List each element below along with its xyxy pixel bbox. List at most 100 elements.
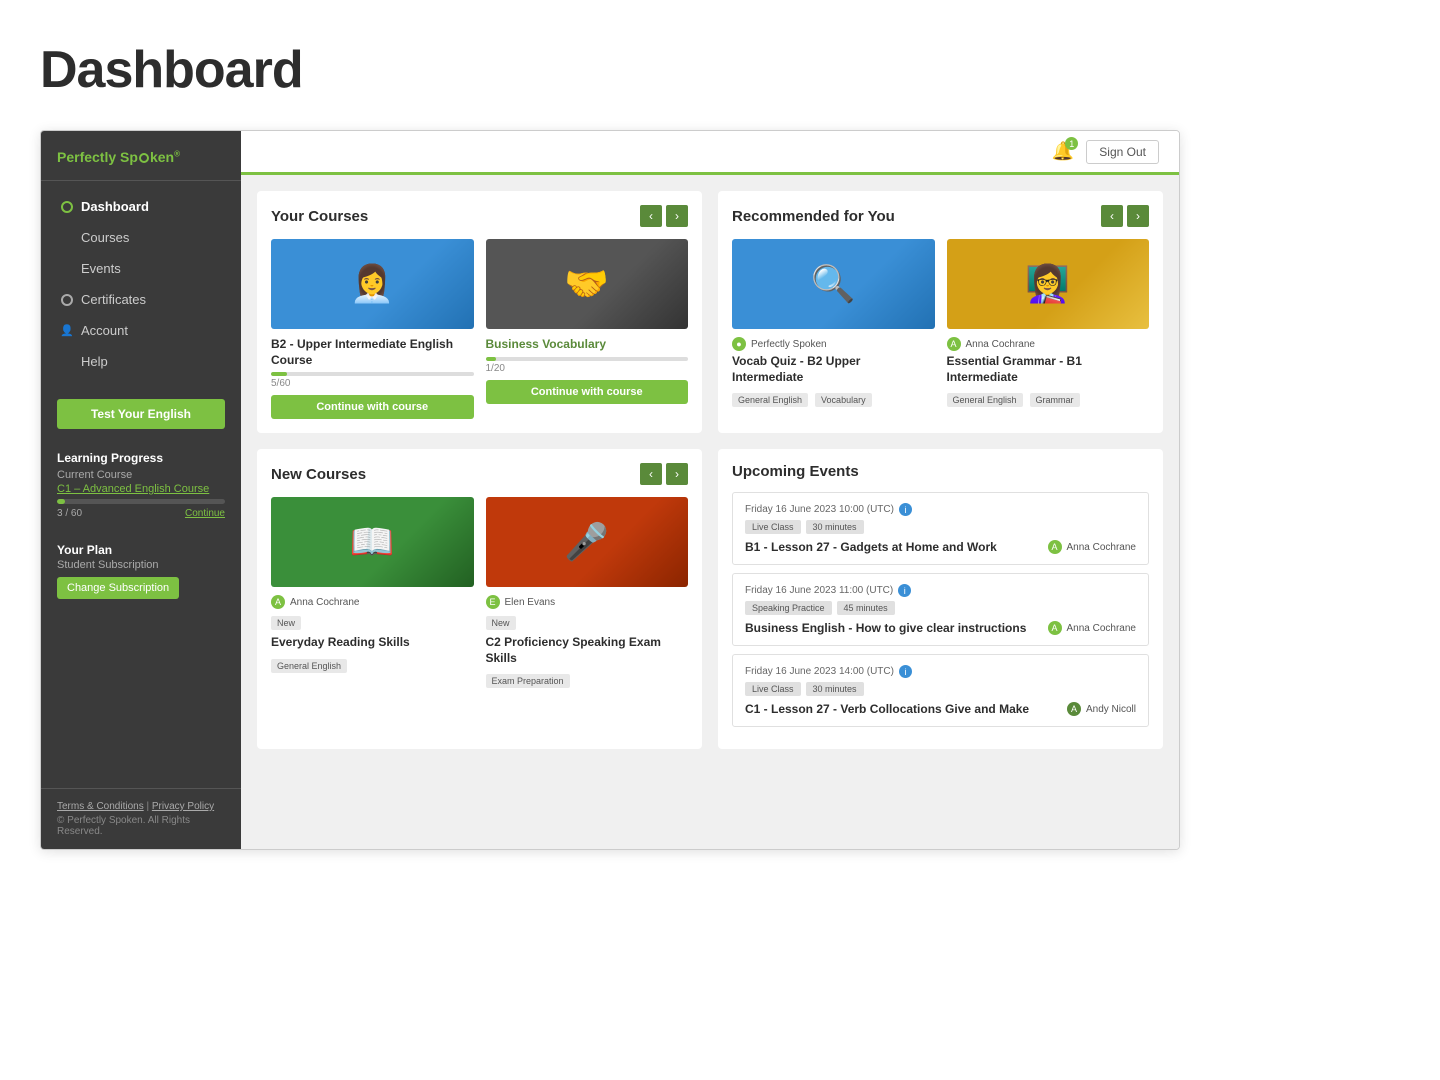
new-thumb-speaking	[486, 497, 689, 587]
recommended-title: Recommended for You	[732, 208, 895, 225]
course-progress-bar-b2	[271, 372, 474, 376]
your-plan-title: Your Plan	[57, 543, 225, 557]
new-badge-reading: New	[271, 616, 301, 630]
new-courses-prev-button[interactable]: ‹	[640, 463, 662, 485]
course-progress-text-b2: 5/60	[271, 378, 474, 389]
learning-progress-title: Learning Progress	[57, 451, 225, 465]
new-course-name-reading: Everyday Reading Skills	[271, 635, 474, 651]
new-tag-exam: Exam Preparation	[486, 674, 570, 688]
recommended-panel: Recommended for You ‹ › ● Perfectly Spok…	[718, 191, 1163, 433]
event-item-1: Friday 16 June 2023 10:00 (UTC) i Live C…	[732, 492, 1149, 565]
sidebar-footer: Terms & Conditions | Privacy Policy © Pe…	[41, 788, 241, 849]
app-container: Perfectly Spken® Dashboard Courses Event…	[40, 130, 1180, 850]
anna-instructor-name: Anna Cochrane	[966, 339, 1036, 350]
sidebar-item-account[interactable]: 👤 Account	[41, 315, 241, 346]
rec-thumb-vocab-quiz	[732, 239, 935, 329]
sidebar-navigation: Dashboard Courses Events Certificates 👤 …	[41, 181, 241, 387]
course-progress-bar-vocab	[486, 357, 689, 361]
rec-tag-general-english-2: General English	[947, 393, 1023, 407]
event-item-2: Friday 16 June 2023 11:00 (UTC) i Speaki…	[732, 573, 1149, 646]
new-badge-speaking: New	[486, 616, 516, 630]
sidebar: Perfectly Spken® Dashboard Courses Event…	[41, 131, 241, 849]
sidebar-item-courses[interactable]: Courses	[41, 222, 241, 253]
event-instructor-name-3: Andy Nicoll	[1086, 704, 1136, 715]
upcoming-events-panel: Upcoming Events Friday 16 June 2023 10:0…	[718, 449, 1163, 749]
event-title-2: Business English - How to give clear ins…	[745, 621, 1040, 635]
new-thumb-reading	[271, 497, 474, 587]
event-info-icon-1[interactable]: i	[899, 503, 912, 516]
sidebar-item-help[interactable]: Help	[41, 346, 241, 377]
your-plan-section: Your Plan Student Subscription Change Su…	[41, 533, 241, 603]
event-tag-duration-1: 30 minutes	[806, 520, 864, 534]
new-card-reading: A Anna Cochrane New Everyday Reading Ski…	[271, 497, 474, 688]
current-course-link[interactable]: C1 – Advanced English Course	[57, 483, 225, 495]
continue-link[interactable]: Continue	[185, 508, 225, 519]
event-tag-live-1: Live Class	[745, 520, 801, 534]
copyright-text: © Perfectly Spoken. All Rights Reserved.	[57, 815, 225, 837]
sidebar-item-events[interactable]: Events	[41, 253, 241, 284]
course-name-vocab: Business Vocabulary	[486, 337, 689, 353]
your-courses-next-button[interactable]: ›	[666, 205, 688, 227]
course-progress-bar	[57, 499, 225, 504]
learning-progress-section: Learning Progress Current Course C1 – Ad…	[41, 441, 241, 523]
event-tag-duration-2: 45 minutes	[837, 601, 895, 615]
course-card-b2: B2 - Upper Intermediate English Course 5…	[271, 239, 474, 419]
active-dot-icon	[61, 201, 73, 213]
continue-b2-button[interactable]: Continue with course	[271, 395, 474, 419]
event-instructor-avatar-2: A	[1048, 621, 1062, 635]
new-courses-title: New Courses	[271, 466, 366, 483]
subscription-label: Student Subscription	[57, 559, 225, 571]
course-progress-fill	[57, 499, 65, 504]
notification-icon[interactable]: 🔔 1	[1052, 141, 1074, 162]
page-title: Dashboard	[40, 40, 1400, 100]
recommended-next-button[interactable]: ›	[1127, 205, 1149, 227]
new-courses-cards: A Anna Cochrane New Everyday Reading Ski…	[271, 497, 688, 688]
your-courses-prev-button[interactable]: ‹	[640, 205, 662, 227]
sidebar-item-dashboard[interactable]: Dashboard	[41, 191, 241, 222]
event-instructor-name-1: Anna Cochrane	[1067, 542, 1137, 553]
ps-instructor-name: Perfectly Spoken	[751, 339, 827, 350]
person-icon: 👤	[61, 325, 73, 337]
recommended-cards: ● Perfectly Spoken Vocab Quiz - B2 Upper…	[732, 239, 1149, 407]
terms-link[interactable]: Terms & Conditions	[57, 801, 144, 812]
event-date-3: Friday 16 June 2023 14:00 (UTC)	[745, 666, 894, 677]
ps-avatar: ●	[732, 337, 746, 351]
event-tag-live-3: Live Class	[745, 682, 801, 696]
event-title-3: C1 - Lesson 27 - Verb Collocations Give …	[745, 702, 1059, 716]
continue-vocab-button[interactable]: Continue with course	[486, 380, 689, 404]
event-instructor-avatar-1: A	[1048, 540, 1062, 554]
rec-card-vocab-quiz: ● Perfectly Spoken Vocab Quiz - B2 Upper…	[732, 239, 935, 407]
test-your-english-button[interactable]: Test Your English	[57, 399, 225, 429]
progress-text: 3 / 60	[57, 508, 82, 519]
event-info-icon-2[interactable]: i	[898, 584, 911, 597]
sections-grid: Your Courses ‹ › B2 - Upper Intermediate…	[241, 175, 1179, 765]
new-course-name-speaking: C2 Proficiency Speaking Exam Skills	[486, 635, 689, 666]
anna-name-2: Anna Cochrane	[290, 597, 360, 608]
sidebar-logo: Perfectly Spken®	[41, 131, 241, 181]
new-courses-next-button[interactable]: ›	[666, 463, 688, 485]
circle-outline-icon	[61, 294, 73, 306]
course-thumb-b2	[271, 239, 474, 329]
anna-avatar: A	[947, 337, 961, 351]
event-info-icon-3[interactable]: i	[899, 665, 912, 678]
notification-badge: 1	[1065, 137, 1078, 150]
course-name-b2: B2 - Upper Intermediate English Course	[271, 337, 474, 368]
sign-out-button[interactable]: Sign Out	[1086, 140, 1159, 164]
course-card-vocab: Business Vocabulary 1/20 Continue with c…	[486, 239, 689, 419]
elen-name: Elen Evans	[505, 597, 556, 608]
rec-course-name-vocab: Vocab Quiz - B2 Upper Intermediate	[732, 354, 935, 385]
main-header: 🔔 1 Sign Out	[241, 131, 1179, 175]
your-courses-title: Your Courses	[271, 208, 368, 225]
new-tag-general: General English	[271, 659, 347, 673]
change-subscription-button[interactable]: Change Subscription	[57, 577, 179, 599]
rec-tag-general-english: General English	[732, 393, 808, 407]
event-tag-duration-3: 30 minutes	[806, 682, 864, 696]
course-thumb-vocab	[486, 239, 689, 329]
sidebar-item-certificates[interactable]: Certificates	[41, 284, 241, 315]
privacy-link[interactable]: Privacy Policy	[152, 801, 214, 812]
rec-thumb-grammar	[947, 239, 1150, 329]
course-progress-text-vocab: 1/20	[486, 363, 689, 374]
current-course-label: Current Course	[57, 469, 225, 481]
recommended-prev-button[interactable]: ‹	[1101, 205, 1123, 227]
event-date-2: Friday 16 June 2023 11:00 (UTC)	[745, 585, 893, 596]
